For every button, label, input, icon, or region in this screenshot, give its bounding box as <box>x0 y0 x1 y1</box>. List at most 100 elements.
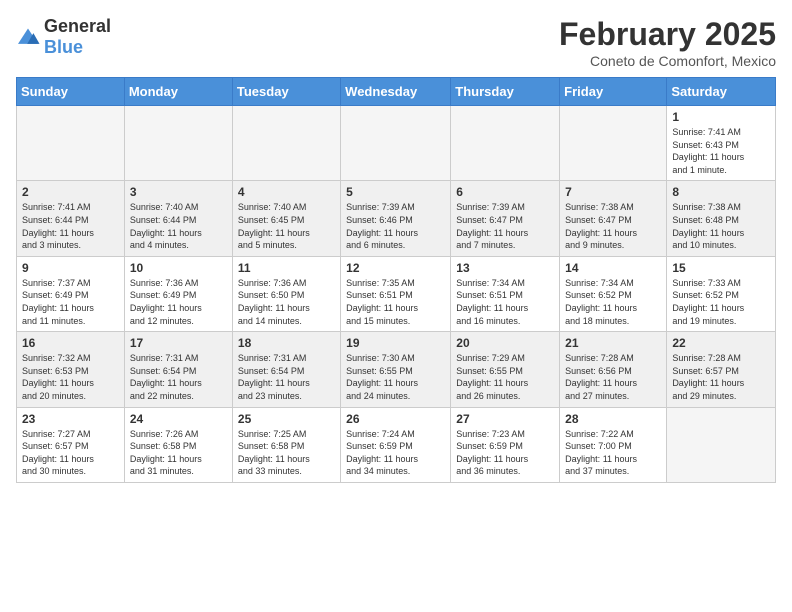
calendar-day-cell: 14 Sunrise: 7:34 AM Sunset: 6:52 PM Dayli… <box>560 256 667 331</box>
day-info: Sunrise: 7:41 AM Sunset: 6:43 PM Dayligh… <box>672 126 770 176</box>
calendar-day-cell: 27Sunrise: 7:23 AM Sunset: 6:59 PM Dayli… <box>451 407 560 482</box>
day-number: 13 <box>456 261 554 275</box>
calendar-day-cell: 25 Sunrise: 7:25 AM Sunset: 6:58 PM Dayli… <box>232 407 340 482</box>
col-header-thursday: Thursday <box>451 78 560 106</box>
calendar-day-cell: 20 Sunrise: 7:29 AM Sunset: 6:55 PM Dayli… <box>451 332 560 407</box>
day-info: Sunrise: 7:40 AM Sunset: 6:44 PM Dayligh… <box>130 201 227 251</box>
day-number: 10 <box>130 261 227 275</box>
day-number: 1 <box>672 110 770 124</box>
calendar-day-cell: 22 Sunrise: 7:28 AM Sunset: 6:57 PM Dayli… <box>667 332 776 407</box>
day-info: Sunrise: 7:39 AM Sunset: 6:47 PM Dayligh… <box>456 201 554 251</box>
day-info: Sunrise: 7:32 AM Sunset: 6:53 PM Dayligh… <box>22 352 119 402</box>
day-info: Sunrise: 7:41 AM Sunset: 6:44 PM Dayligh… <box>22 201 119 251</box>
day-info: Sunrise: 7:36 AM Sunset: 6:50 PM Dayligh… <box>238 277 335 327</box>
calendar-week-row: 2Sunrise: 7:41 AM Sunset: 6:44 PM Daylig… <box>17 181 776 256</box>
day-info: Sunrise: 7:30 AM Sunset: 6:55 PM Dayligh… <box>346 352 445 402</box>
calendar-day-cell: 6Sunrise: 7:39 AM Sunset: 6:47 PM Daylig… <box>451 181 560 256</box>
day-number: 8 <box>672 185 770 199</box>
day-info: Sunrise: 7:27 AM Sunset: 6:57 PM Dayligh… <box>22 428 119 478</box>
logo-general: General <box>44 16 111 36</box>
day-number: 14 <box>565 261 661 275</box>
day-info: Sunrise: 7:34 AM Sunset: 6:51 PM Dayligh… <box>456 277 554 327</box>
day-number: 15 <box>672 261 770 275</box>
day-number: 21 <box>565 336 661 350</box>
month-year-title: February 2025 <box>559 16 776 53</box>
calendar-day-cell: 17 Sunrise: 7:31 AM Sunset: 6:54 PM Dayli… <box>124 332 232 407</box>
day-number: 16 <box>22 336 119 350</box>
calendar-day-cell: 5 Sunrise: 7:39 AM Sunset: 6:46 PM Daylig… <box>341 181 451 256</box>
calendar-day-cell <box>17 106 125 181</box>
day-info: Sunrise: 7:23 AM Sunset: 6:59 PM Dayligh… <box>456 428 554 478</box>
day-info: Sunrise: 7:36 AM Sunset: 6:49 PM Dayligh… <box>130 277 227 327</box>
calendar-day-cell: 13 Sunrise: 7:34 AM Sunset: 6:51 PM Dayli… <box>451 256 560 331</box>
calendar-day-cell: 2Sunrise: 7:41 AM Sunset: 6:44 PM Daylig… <box>17 181 125 256</box>
calendar-day-cell: 28 Sunrise: 7:22 AM Sunset: 7:00 PM Dayli… <box>560 407 667 482</box>
calendar-day-cell: 4 Sunrise: 7:40 AM Sunset: 6:45 PM Daylig… <box>232 181 340 256</box>
calendar-day-cell <box>232 106 340 181</box>
day-number: 12 <box>346 261 445 275</box>
calendar-day-cell: 26 Sunrise: 7:24 AM Sunset: 6:59 PM Dayli… <box>341 407 451 482</box>
logo-icon <box>16 27 40 47</box>
day-info: Sunrise: 7:39 AM Sunset: 6:46 PM Dayligh… <box>346 201 445 251</box>
day-info: Sunrise: 7:25 AM Sunset: 6:58 PM Dayligh… <box>238 428 335 478</box>
day-info: Sunrise: 7:31 AM Sunset: 6:54 PM Dayligh… <box>130 352 227 402</box>
day-info: Sunrise: 7:24 AM Sunset: 6:59 PM Dayligh… <box>346 428 445 478</box>
day-number: 17 <box>130 336 227 350</box>
calendar-day-cell: 3 Sunrise: 7:40 AM Sunset: 6:44 PM Daylig… <box>124 181 232 256</box>
day-info: Sunrise: 7:22 AM Sunset: 7:00 PM Dayligh… <box>565 428 661 478</box>
day-number: 18 <box>238 336 335 350</box>
calendar-day-cell <box>451 106 560 181</box>
day-info: Sunrise: 7:38 AM Sunset: 6:47 PM Dayligh… <box>565 201 661 251</box>
day-number: 26 <box>346 412 445 426</box>
day-number: 11 <box>238 261 335 275</box>
col-header-friday: Friday <box>560 78 667 106</box>
day-info: Sunrise: 7:26 AM Sunset: 6:58 PM Dayligh… <box>130 428 227 478</box>
day-info: Sunrise: 7:38 AM Sunset: 6:48 PM Dayligh… <box>672 201 770 251</box>
day-number: 5 <box>346 185 445 199</box>
calendar-week-row: 1 Sunrise: 7:41 AM Sunset: 6:43 PM Daylig… <box>17 106 776 181</box>
calendar-day-cell: 23 Sunrise: 7:27 AM Sunset: 6:57 PM Dayli… <box>17 407 125 482</box>
day-number: 22 <box>672 336 770 350</box>
day-info: Sunrise: 7:31 AM Sunset: 6:54 PM Dayligh… <box>238 352 335 402</box>
day-info: Sunrise: 7:40 AM Sunset: 6:45 PM Dayligh… <box>238 201 335 251</box>
day-number: 23 <box>22 412 119 426</box>
calendar-week-row: 23 Sunrise: 7:27 AM Sunset: 6:57 PM Dayli… <box>17 407 776 482</box>
day-number: 25 <box>238 412 335 426</box>
location-subtitle: Coneto de Comonfort, Mexico <box>559 53 776 69</box>
title-section: February 2025 Coneto de Comonfort, Mexic… <box>559 16 776 69</box>
day-info: Sunrise: 7:28 AM Sunset: 6:56 PM Dayligh… <box>565 352 661 402</box>
day-info: Sunrise: 7:37 AM Sunset: 6:49 PM Dayligh… <box>22 277 119 327</box>
calendar-day-cell <box>341 106 451 181</box>
calendar-day-cell: 16 Sunrise: 7:32 AM Sunset: 6:53 PM Dayli… <box>17 332 125 407</box>
calendar-day-cell: 18 Sunrise: 7:31 AM Sunset: 6:54 PM Dayli… <box>232 332 340 407</box>
calendar-week-row: 16 Sunrise: 7:32 AM Sunset: 6:53 PM Dayli… <box>17 332 776 407</box>
calendar-table: SundayMondayTuesdayWednesdayThursdayFrid… <box>16 77 776 483</box>
calendar-day-cell: 12 Sunrise: 7:35 AM Sunset: 6:51 PM Dayli… <box>341 256 451 331</box>
calendar-day-cell: 11 Sunrise: 7:36 AM Sunset: 6:50 PM Dayli… <box>232 256 340 331</box>
day-number: 19 <box>346 336 445 350</box>
calendar-header-row: SundayMondayTuesdayWednesdayThursdayFrid… <box>17 78 776 106</box>
logo-text: General Blue <box>44 16 111 58</box>
day-info: Sunrise: 7:33 AM Sunset: 6:52 PM Dayligh… <box>672 277 770 327</box>
calendar-day-cell <box>560 106 667 181</box>
logo-blue: Blue <box>44 37 83 57</box>
col-header-monday: Monday <box>124 78 232 106</box>
day-number: 3 <box>130 185 227 199</box>
col-header-sunday: Sunday <box>17 78 125 106</box>
logo: General Blue <box>16 16 111 58</box>
day-number: 28 <box>565 412 661 426</box>
day-info: Sunrise: 7:28 AM Sunset: 6:57 PM Dayligh… <box>672 352 770 402</box>
calendar-day-cell: 15 Sunrise: 7:33 AM Sunset: 6:52 PM Dayli… <box>667 256 776 331</box>
day-number: 24 <box>130 412 227 426</box>
day-number: 9 <box>22 261 119 275</box>
day-info: Sunrise: 7:35 AM Sunset: 6:51 PM Dayligh… <box>346 277 445 327</box>
day-number: 4 <box>238 185 335 199</box>
day-info: Sunrise: 7:34 AM Sunset: 6:52 PM Dayligh… <box>565 277 661 327</box>
calendar-week-row: 9 Sunrise: 7:37 AM Sunset: 6:49 PM Daylig… <box>17 256 776 331</box>
calendar-day-cell: 9 Sunrise: 7:37 AM Sunset: 6:49 PM Daylig… <box>17 256 125 331</box>
calendar-day-cell: 24 Sunrise: 7:26 AM Sunset: 6:58 PM Dayli… <box>124 407 232 482</box>
calendar-day-cell: 8 Sunrise: 7:38 AM Sunset: 6:48 PM Daylig… <box>667 181 776 256</box>
day-info: Sunrise: 7:29 AM Sunset: 6:55 PM Dayligh… <box>456 352 554 402</box>
day-number: 20 <box>456 336 554 350</box>
calendar-day-cell: 7Sunrise: 7:38 AM Sunset: 6:47 PM Daylig… <box>560 181 667 256</box>
